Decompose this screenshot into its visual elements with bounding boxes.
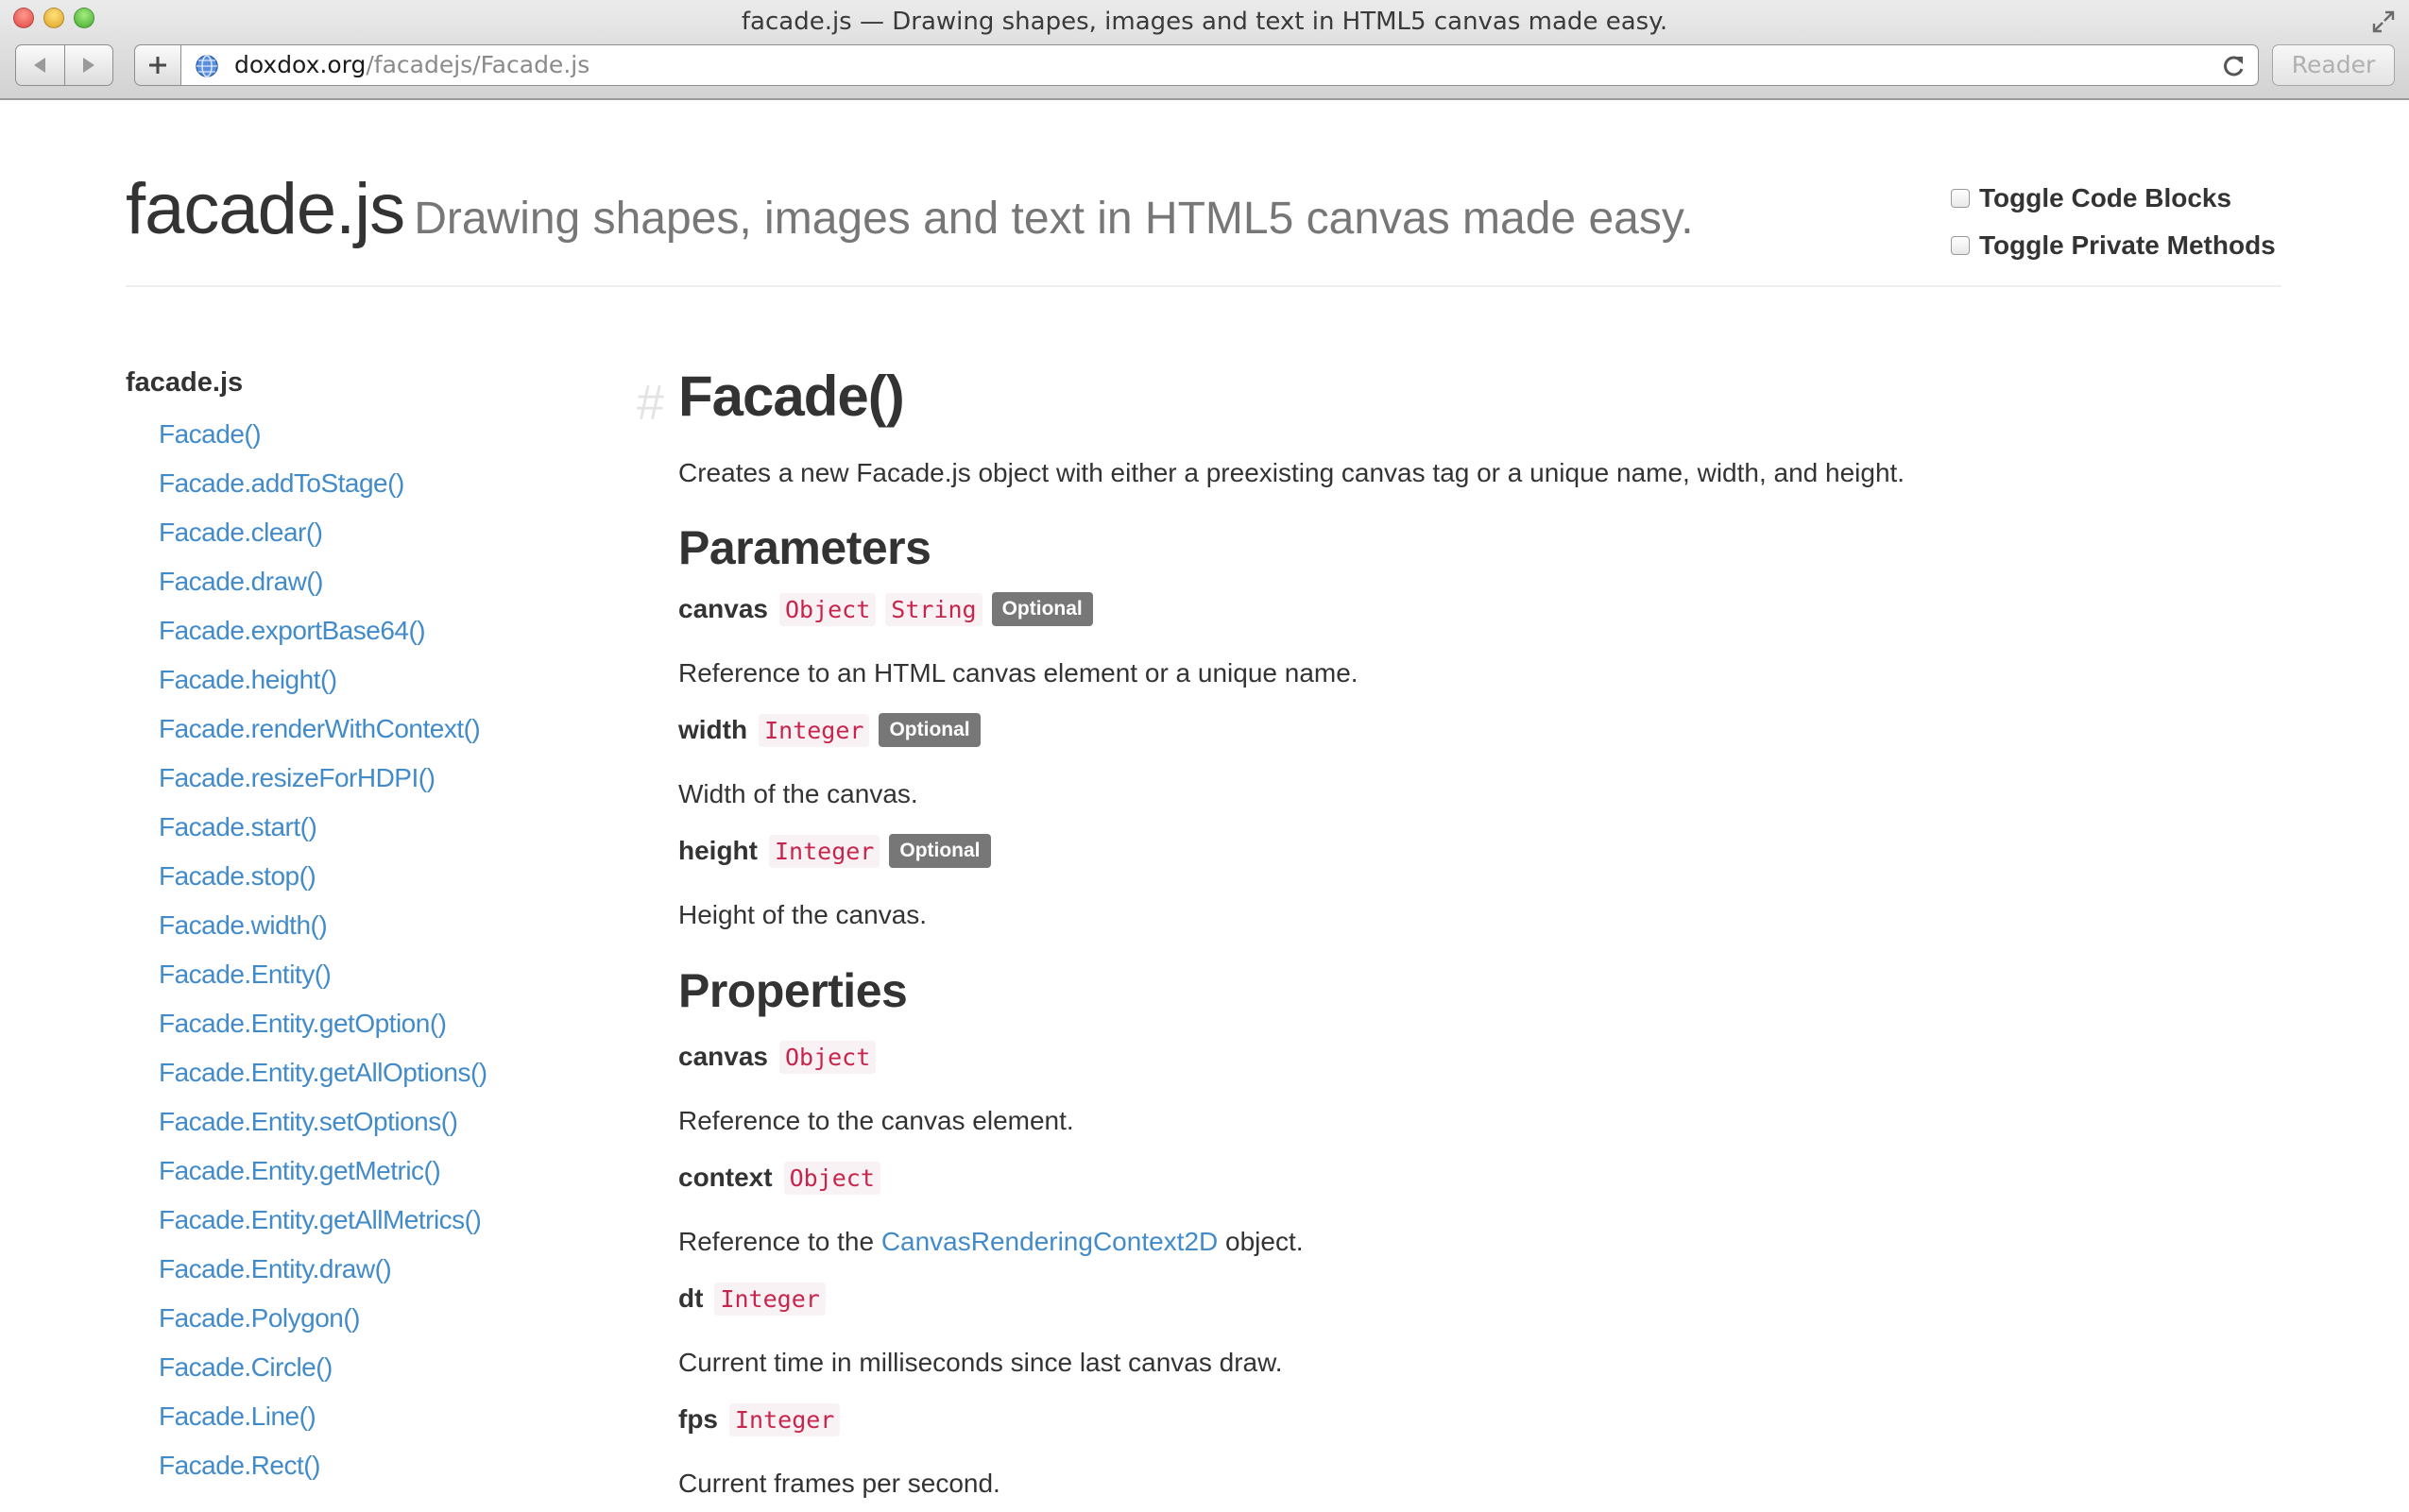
back-arrow-icon [34, 58, 46, 73]
sidebar-item-polygon[interactable]: Facade.Polygon() [159, 1297, 598, 1346]
sidebar-item-entity-getmetric[interactable]: Facade.Entity.getMetric() [159, 1149, 598, 1198]
toggle-options: Toggle Code Blocks Toggle Private Method… [1951, 175, 2276, 269]
sidebar-item-start[interactable]: Facade.start() [159, 806, 598, 855]
prop-name: fps [678, 1404, 718, 1434]
url-domain: doxdox.org [234, 51, 367, 78]
add-bookmark-button[interactable] [134, 44, 181, 86]
type-badge: Object [778, 1040, 877, 1074]
sidebar-item-resizeforhdpi[interactable]: Facade.resizeForHDPI() [159, 756, 598, 806]
optional-badge: Optional [879, 713, 981, 747]
anchor-link[interactable]: # [637, 375, 664, 432]
sidebar-item-stop[interactable]: Facade.stop() [159, 855, 598, 904]
prop-name: context [678, 1163, 773, 1192]
prop-canvas: canvas Object [678, 1028, 2333, 1085]
reload-icon[interactable] [2222, 54, 2247, 78]
param-description: Height of the canvas. [678, 900, 928, 929]
sidebar: facade.js Facade() Facade.addToStage() F… [126, 364, 598, 1493]
url-text[interactable]: doxdox.org/facadejs/Facade.js [234, 45, 589, 85]
sidebar-item-clear[interactable]: Facade.clear() [159, 511, 598, 560]
browser-toolbar: facade.js — Drawing shapes, images and t… [0, 0, 2409, 100]
page-title: facade.js [126, 169, 405, 249]
prop-description: Current time in milliseconds since last … [678, 1348, 1283, 1377]
prop-description-text: object. [1218, 1227, 1304, 1256]
param-width: width Integer Optional [678, 702, 2333, 758]
toggle-private-methods-label[interactable]: Toggle Private Methods [1979, 230, 2276, 261]
function-heading: # Facade() [633, 364, 2333, 439]
address-bar[interactable]: doxdox.org/facadejs/Facade.js [180, 44, 2259, 86]
type-badge: Integer [759, 713, 870, 747]
toggle-code-blocks-label[interactable]: Toggle Code Blocks [1979, 183, 2231, 213]
sidebar-item-renderwithcontext[interactable]: Facade.renderWithContext() [159, 707, 598, 756]
header-divider [126, 285, 2281, 287]
forward-arrow-icon [82, 58, 94, 73]
toggle-code-blocks[interactable]: Toggle Code Blocks [1951, 175, 2276, 222]
prop-description: Reference to the canvas element. [678, 1106, 1074, 1135]
fullscreen-icon[interactable] [2371, 9, 2396, 34]
sidebar-item-entity-setoptions[interactable]: Facade.Entity.setOptions() [159, 1100, 598, 1149]
prop-name: canvas [678, 1042, 768, 1071]
history-nav [15, 44, 113, 86]
param-description: Width of the canvas. [678, 779, 918, 808]
canvasrenderingcontext2d-link[interactable]: CanvasRenderingContext2D [881, 1227, 1218, 1256]
properties-heading: Properties [678, 964, 908, 1017]
sidebar-method-list: Facade() Facade.addToStage() Facade.clea… [126, 413, 598, 1493]
param-height: height Integer Optional [678, 823, 2333, 879]
toggle-private-methods[interactable]: Toggle Private Methods [1951, 222, 2276, 269]
optional-badge: Optional [991, 592, 1093, 626]
function-title: Facade() [678, 365, 905, 428]
type-badge: Integer [769, 834, 880, 868]
sidebar-item-line[interactable]: Facade.Line() [159, 1395, 598, 1444]
sidebar-item-draw[interactable]: Facade.draw() [159, 560, 598, 609]
prop-context: context Object [678, 1149, 2333, 1206]
sidebar-item-height[interactable]: Facade.height() [159, 658, 598, 707]
type-badge: Integer [714, 1282, 826, 1316]
sidebar-item-entity-getallmetrics[interactable]: Facade.Entity.getAllMetrics() [159, 1198, 598, 1248]
optional-badge: Optional [889, 834, 991, 868]
sidebar-item-entity-getoption[interactable]: Facade.Entity.getOption() [159, 1002, 598, 1051]
url-path: /facadejs/Facade.js [366, 51, 590, 78]
reader-button[interactable]: Reader [2272, 44, 2395, 86]
prop-name: dt [678, 1283, 704, 1313]
function-description: Creates a new Facade.js object with eith… [678, 458, 1905, 487]
sidebar-item-rect[interactable]: Facade.Rect() [159, 1444, 598, 1493]
type-badge: Integer [729, 1402, 841, 1436]
prop-fps: fps Integer [678, 1391, 2333, 1448]
param-description: Reference to an HTML canvas element or a… [678, 658, 1358, 688]
prop-description-text: Reference to the [678, 1227, 881, 1256]
page-subtitle: Drawing shapes, images and text in HTML5… [414, 194, 1694, 244]
type-badge: Object [778, 592, 877, 626]
page-header: facade.js Drawing shapes, images and text… [126, 168, 1694, 250]
sidebar-item-width[interactable]: Facade.width() [159, 904, 598, 953]
sidebar-item-circle[interactable]: Facade.Circle() [159, 1346, 598, 1395]
main-content: # Facade() Creates a new Facade.js objec… [633, 364, 2333, 1512]
prop-description: Current frames per second. [678, 1469, 1000, 1498]
forward-button[interactable] [63, 45, 113, 85]
param-name: width [678, 715, 748, 744]
parameters-heading: Parameters [678, 521, 931, 574]
plus-icon [149, 57, 166, 74]
prop-dt: dt Integer [678, 1270, 2333, 1327]
sidebar-item-entity[interactable]: Facade.Entity() [159, 953, 598, 1002]
sidebar-item-entity-getalloptions[interactable]: Facade.Entity.getAllOptions() [159, 1051, 598, 1100]
param-name: canvas [678, 594, 768, 623]
sidebar-item-addtostage[interactable]: Facade.addToStage() [159, 462, 598, 511]
back-button[interactable] [16, 45, 64, 85]
sidebar-heading: facade.js [126, 367, 244, 398]
sidebar-item-entity-draw[interactable]: Facade.Entity.draw() [159, 1248, 598, 1297]
sidebar-item-exportbase64[interactable]: Facade.exportBase64() [159, 609, 598, 658]
param-name: height [678, 836, 758, 865]
prop-description: Reference to the CanvasRenderingContext2… [678, 1214, 2333, 1270]
window-title: facade.js — Drawing shapes, images and t… [741, 8, 1668, 36]
toggle-code-blocks-checkbox[interactable] [1951, 189, 1970, 208]
param-canvas: canvas Object String Optional [678, 581, 2333, 637]
sidebar-item-facade[interactable]: Facade() [159, 413, 598, 462]
type-badge: String [885, 592, 982, 626]
type-badge: Object [783, 1161, 880, 1195]
globe-icon [196, 55, 218, 77]
toggle-private-methods-checkbox[interactable] [1951, 236, 1970, 255]
